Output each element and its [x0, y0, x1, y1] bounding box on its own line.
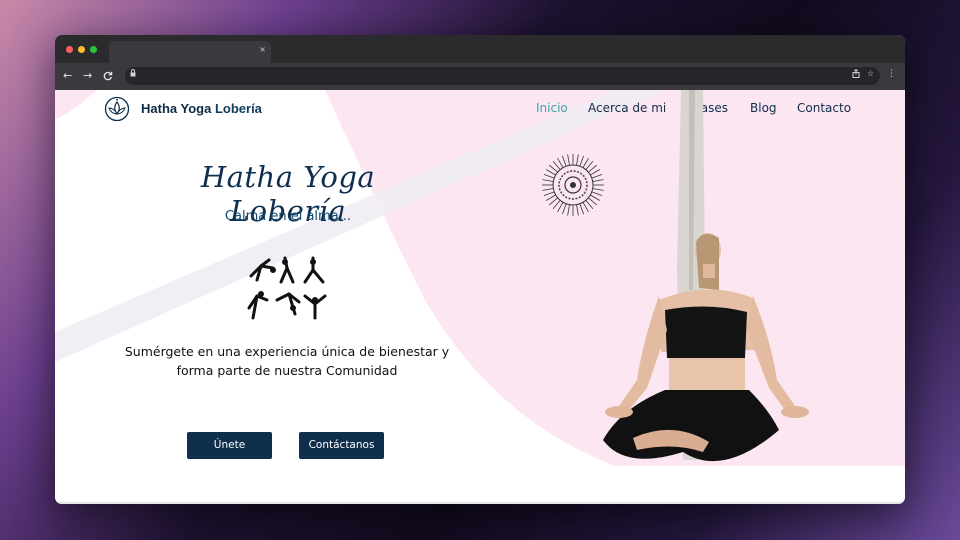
page-divider — [55, 502, 905, 504]
brand-location: Lobería — [214, 101, 262, 116]
hero-description-line-1: Sumérgete en una experiencia única de bi… — [124, 344, 450, 359]
lock-icon — [130, 69, 136, 79]
reload-icon[interactable] — [103, 69, 113, 85]
browser-tab[interactable]: × — [109, 41, 271, 63]
hero-description-line-2: forma parte de nuestra Comunidad — [176, 363, 398, 378]
browser-window: × ← → ☆ ⋮ Hatha Yoga Lobería Inicio Acer… — [55, 35, 905, 504]
minimize-window-button[interactable] — [78, 46, 85, 53]
browser-toolbar: ← → ☆ ⋮ — [55, 63, 905, 90]
yoga-poses-icon — [243, 256, 329, 324]
tab-close-icon[interactable]: × — [259, 45, 266, 54]
hero-subtitle: Calma en el alma... — [224, 209, 352, 224]
address-bar[interactable]: ☆ — [125, 67, 880, 85]
forward-arrow-icon[interactable]: → — [83, 69, 92, 83]
maximize-window-button[interactable] — [90, 46, 97, 53]
hero-description: Sumérgete en una experiencia única de bi… — [97, 342, 477, 380]
lotus-icon[interactable] — [104, 96, 130, 126]
yoga-woman-photo — [533, 90, 873, 474]
site-brand[interactable]: Hatha Yoga Lobería — [141, 101, 262, 116]
brand-name: Hatha Yoga — [141, 101, 212, 116]
back-arrow-icon[interactable]: ← — [63, 69, 72, 83]
contact-button[interactable]: Contáctanos — [299, 432, 384, 459]
share-icon[interactable] — [852, 68, 860, 80]
browser-menu-icon[interactable]: ⋮ — [887, 69, 896, 79]
tab-bar: × — [55, 35, 905, 63]
webpage: Hatha Yoga Lobería Inicio Acerca de mi C… — [55, 90, 905, 504]
close-window-button[interactable] — [66, 46, 73, 53]
join-button[interactable]: Únete — [187, 432, 272, 459]
bookmark-star-icon[interactable]: ☆ — [867, 69, 874, 78]
